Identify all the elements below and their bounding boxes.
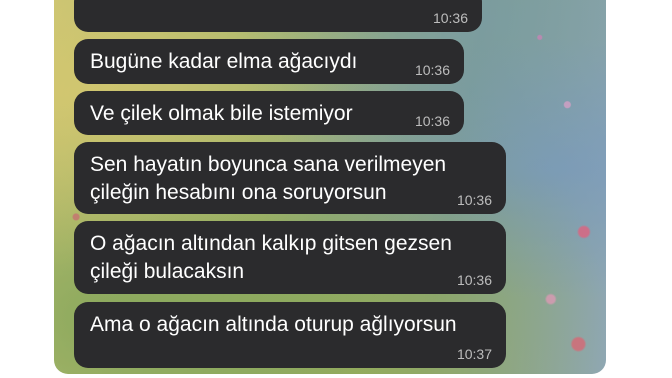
message-bubble[interactable]: Bugüne kadar elma ağacıydı 10:36 (74, 39, 464, 84)
message-time: 10:36 (414, 62, 450, 78)
message-time: 10:36 (456, 272, 492, 288)
message-text: Ve çilek olmak bile istemiyor (90, 102, 353, 125)
message-text: O ağacın altından kalkıp gitsen gezsen ç… (90, 232, 452, 283)
message-bubble[interactable]: 10:36 (74, 0, 482, 32)
message-time: 10:36 (414, 113, 450, 129)
message-bubble[interactable]: Ve çilek olmak bile istemiyor 10:36 (74, 91, 464, 135)
message-time: 10:36 (432, 10, 468, 26)
message-time: 10:37 (456, 346, 492, 362)
message-text: Sen hayatın boyunca sana verilmeyen çile… (90, 153, 447, 204)
message-bubble[interactable]: O ağacın altından kalkıp gitsen gezsen ç… (74, 221, 506, 294)
message-time: 10:36 (456, 192, 492, 208)
message-text: Bugüne kadar elma ağacıydı (90, 50, 358, 73)
message-text: Ama o ağacın altında oturup ağlıyorsun (90, 313, 457, 336)
message-bubble[interactable]: Sen hayatın boyunca sana verilmeyen çile… (74, 142, 506, 214)
message-bubble[interactable]: Ama o ağacın altında oturup ağlıyorsun 1… (74, 302, 506, 368)
chat-panel[interactable]: 10:36 Bugüne kadar elma ağacıydı 10:36 V… (54, 0, 606, 374)
